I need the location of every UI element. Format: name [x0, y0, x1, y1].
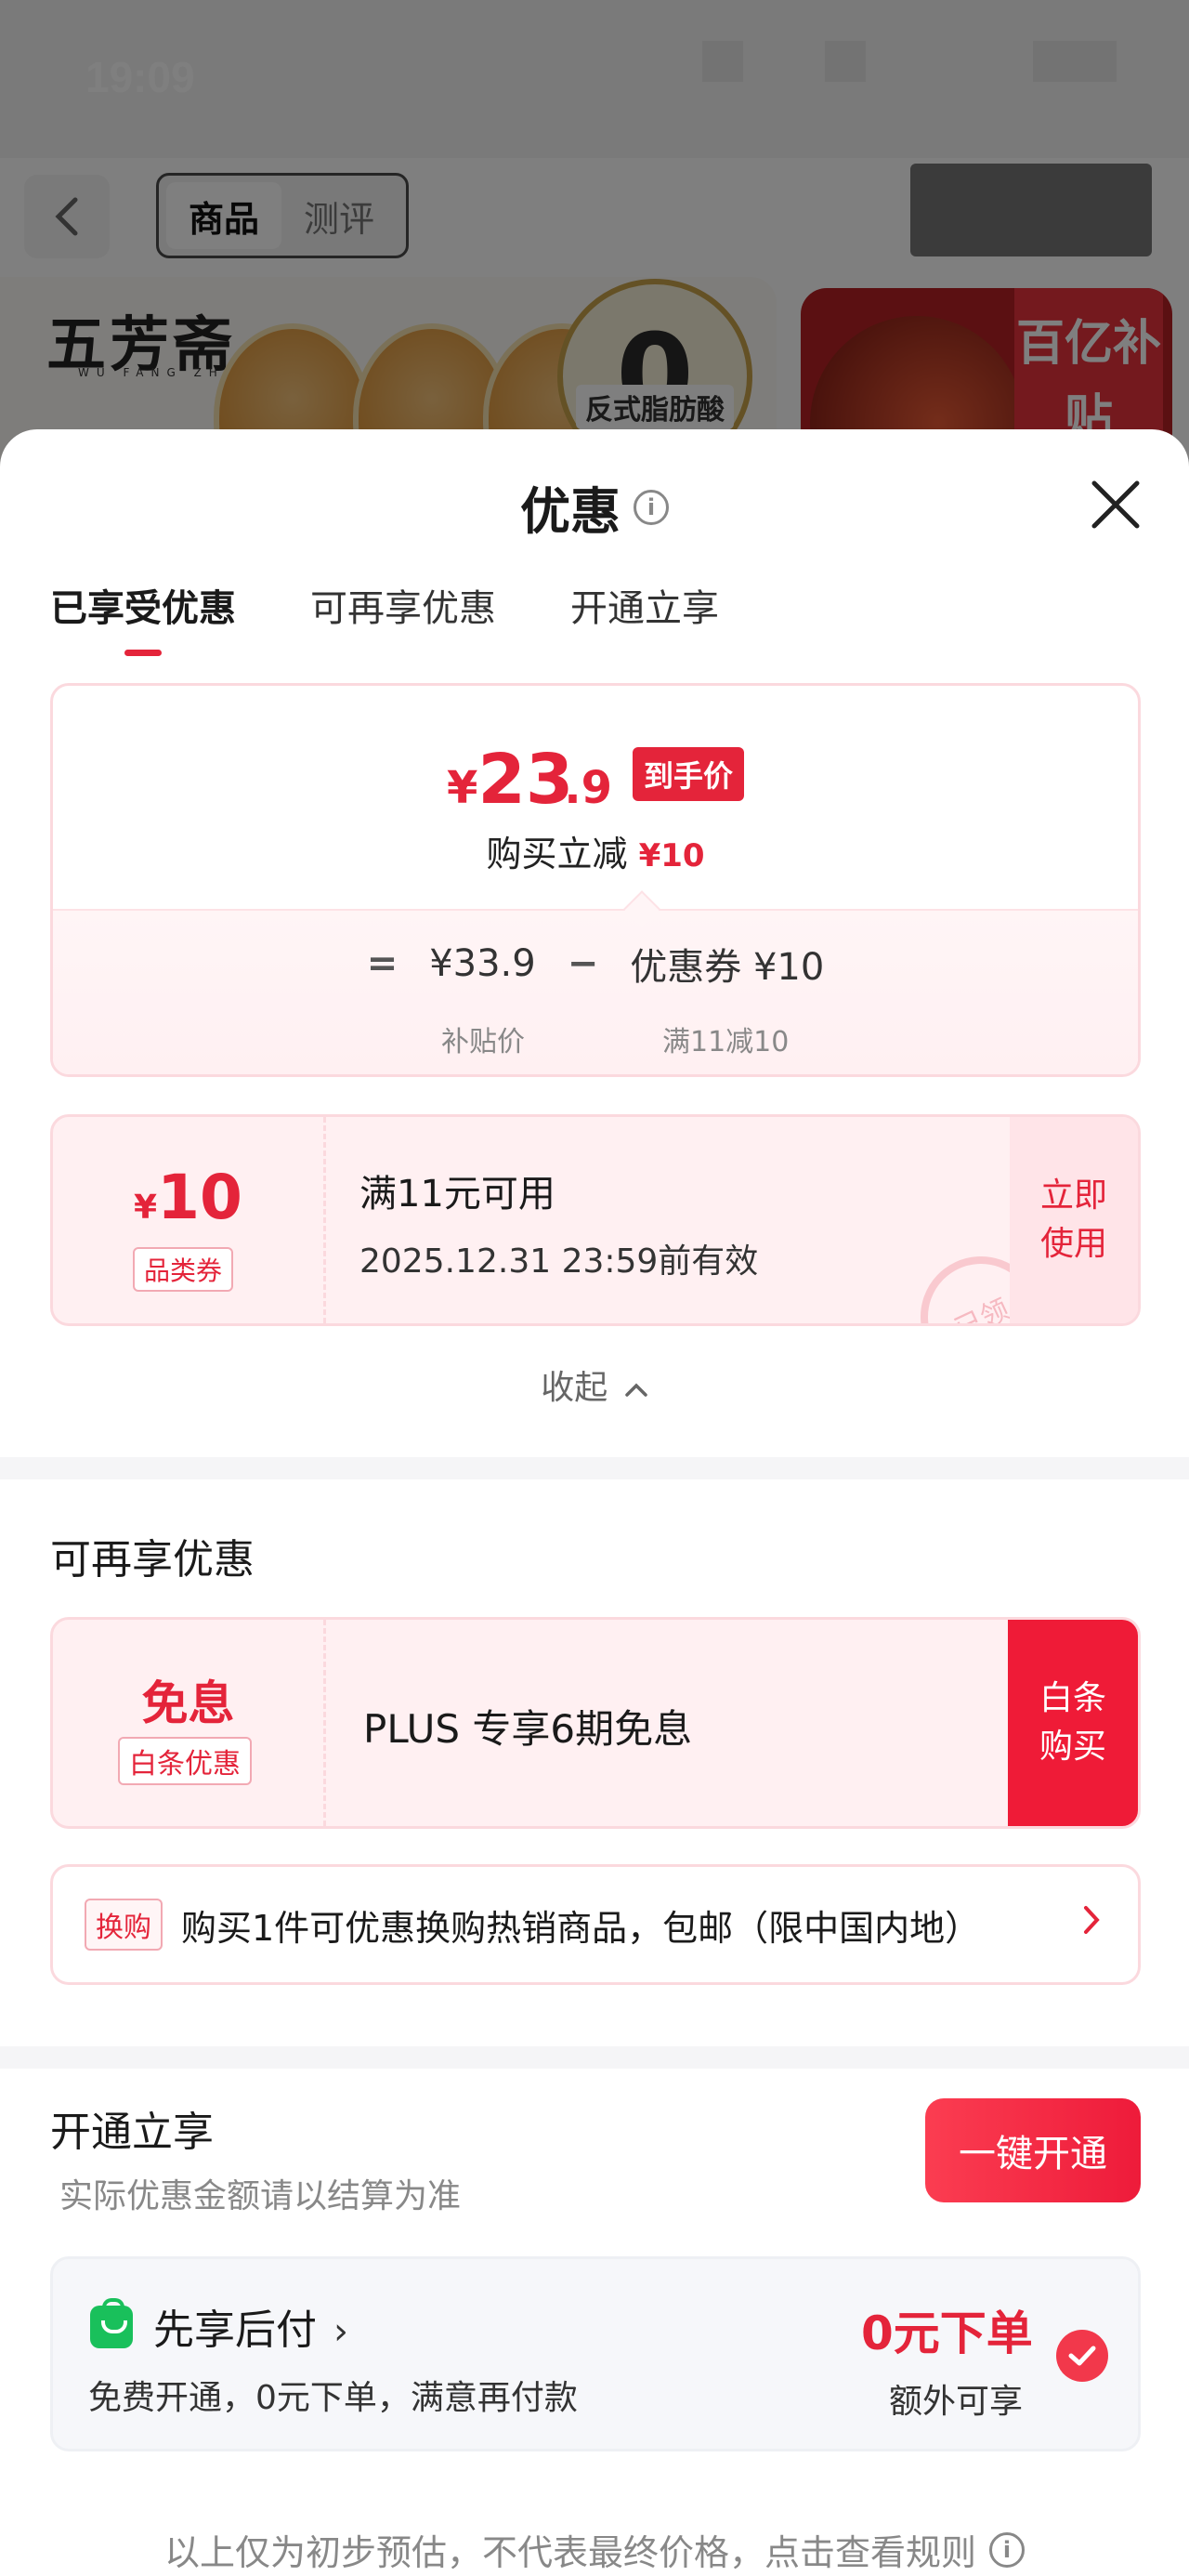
sheet-header: 优惠 i — [0, 429, 1189, 541]
interest-free-text: PLUS 专享6期免息 — [363, 1706, 693, 1752]
pay-later-card[interactable]: 先享后付 › 免费开通，0元下单，满意再付款 0元下单 额外可享 — [50, 2256, 1141, 2451]
baitiao-buy-button[interactable]: 白条购买 — [1008, 1620, 1138, 1826]
one-click-open-button[interactable]: 一键开通 — [925, 2098, 1141, 2202]
tab-enjoyed[interactable]: 已享受优惠 — [50, 578, 236, 649]
interest-free-card: 免息 白条优惠 PLUS 专享6期免息 白条购买 — [50, 1617, 1141, 1829]
subsidy-price: ¥33.9 — [429, 942, 536, 985]
coupon-value: ¥10 — [134, 1162, 242, 1233]
tab-open[interactable]: 开通立享 — [570, 578, 719, 649]
sheet-title-row: 优惠 i — [0, 470, 1189, 544]
section-title-more: 可再享优惠 — [50, 1536, 255, 1584]
pay-later-title[interactable]: 先享后付 › — [153, 2296, 348, 2356]
coupon-validity: 2025.12.31 23:59前有效 — [359, 1242, 759, 1281]
info-icon: i — [989, 2531, 1025, 2568]
baitiao-badge: 白条优惠 — [118, 1737, 252, 1785]
final-price: ¥23.9 到手价 — [53, 740, 1138, 820]
section-title-open: 开通立享 — [50, 2109, 214, 2156]
instant-discount: 购买立减 ¥10 — [486, 834, 705, 874]
section-divider — [0, 2046, 1189, 2069]
chevron-up-icon — [624, 1383, 647, 1397]
trade-in-row[interactable]: 换购 购买1件可优惠换购热销商品，包邮（限中国内地） — [50, 1864, 1141, 1985]
info-icon[interactable]: i — [634, 489, 669, 525]
use-now-button[interactable]: 立即使用 — [1010, 1117, 1138, 1323]
price-formula: = ¥33.9 − 优惠券 ¥10 — [53, 937, 1138, 991]
pay-later-subtitle: 免费开通，0元下单，满意再付款 — [88, 2379, 578, 2417]
rules-link[interactable]: 以上仅为初步预估，不代表最终价格，点击查看规则 i — [0, 2524, 1189, 2575]
collapse-button[interactable]: 收起 — [0, 1360, 1189, 1409]
discount-sheet: 优惠 i 已享受优惠 可再享优惠 开通立享 ¥23.9 到手价 购买立减 ¥10 — [0, 429, 1189, 2576]
settlement-note: 实际优惠金额请以结算为准 — [59, 2177, 462, 2215]
final-price-tag: 到手价 — [633, 747, 745, 801]
background-page: 19:09 商品 测评 五芳斋 WU FANG ZHAI 0 反式脂肪酸 百亿补… — [0, 0, 1189, 483]
chevron-right-icon — [1084, 1906, 1100, 1934]
subsidy-price-caption: 补贴价 — [441, 1026, 525, 1058]
close-icon[interactable] — [1087, 476, 1144, 533]
tab-more[interactable]: 可再享优惠 — [310, 578, 496, 649]
coupon-condition: 满11元可用 — [359, 1173, 555, 1216]
price-breakdown: = ¥33.9 − 优惠券 ¥10 补贴价 满11减10 — [53, 890, 1138, 1074]
extra-enjoy-label: 额外可享 — [889, 2383, 1024, 2421]
minus-sign: − — [567, 942, 599, 985]
coupon-amount: 优惠券 ¥10 — [630, 946, 825, 989]
check-icon[interactable] — [1056, 2330, 1108, 2382]
final-price-card: ¥23.9 到手价 购买立减 ¥10 = ¥33.9 − 优惠券 ¥10 补贴价… — [50, 683, 1141, 1077]
modal-overlay[interactable] — [0, 0, 1189, 483]
equals-sign: = — [366, 942, 399, 985]
sheet-tabs: 已享受优惠 可再享优惠 开通立享 — [50, 578, 719, 649]
interest-free-label: 免息 — [141, 1676, 235, 1730]
zero-order-label: 0元下单 — [861, 2307, 1033, 2360]
trade-in-text: 购买1件可优惠换购热销商品，包邮（限中国内地） — [181, 1907, 981, 1949]
coupon-type-badge: 品类券 — [133, 1247, 234, 1292]
section-divider — [0, 1457, 1189, 1479]
coupon-caption: 满11减10 — [662, 1026, 790, 1058]
sheet-title: 优惠 — [520, 482, 621, 541]
coupon-card: ¥10 品类券 满11元可用 2025.12.31 23:59前有效 已领 立即… — [50, 1114, 1141, 1326]
shopping-bag-icon — [90, 2298, 133, 2348]
trade-in-badge: 换购 — [85, 1899, 163, 1951]
